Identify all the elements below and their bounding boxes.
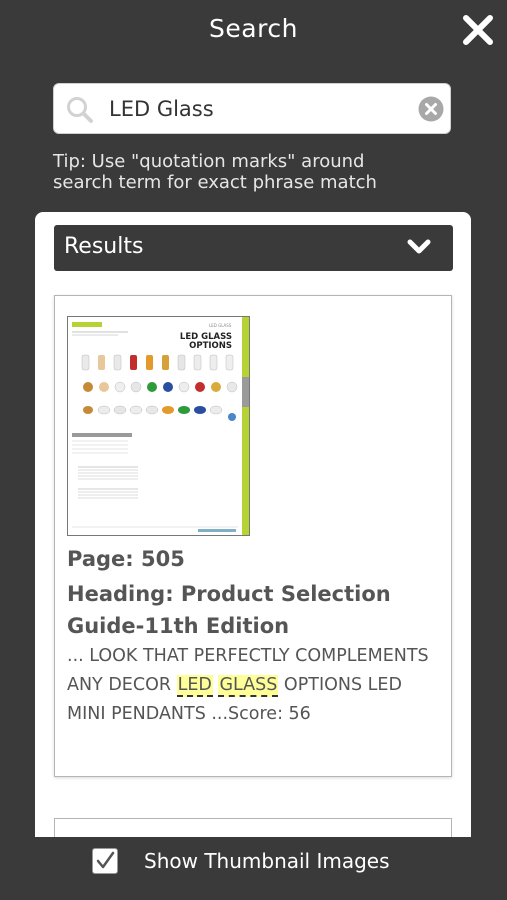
highlight-term: LED [176, 675, 213, 697]
close-button[interactable] [460, 12, 496, 48]
thumbnail-title-line-2: OPTIONS [189, 341, 232, 351]
page-thumbnail[interactable]: LED GLASS LED GLASS OPTIONS [67, 316, 250, 536]
chevron-down-icon [407, 239, 431, 254]
search-tip-line-2: search term for exact phrase match [53, 172, 377, 193]
results-panel: Results LED GLASS LED GLASS OPTIONS Page… [35, 212, 471, 837]
result-card[interactable]: LED GLASS LED GLASS OPTIONS Page: 505 He… [54, 295, 452, 777]
close-icon [463, 15, 493, 45]
results-header[interactable]: Results [54, 225, 453, 271]
thumbnail-image: LED GLASS LED GLASS OPTIONS [68, 317, 249, 535]
highlight-term: GLASS [218, 675, 279, 697]
checkmark-icon [96, 851, 115, 869]
page-title: Search [209, 14, 298, 43]
search-icon [67, 97, 93, 123]
search-box [53, 83, 451, 134]
clear-search-icon[interactable] [418, 96, 444, 122]
results-label: Results [64, 234, 144, 259]
result-heading: Heading: Product Selection Guide-11th Ed… [67, 582, 391, 638]
show-thumbnails-label[interactable]: Show Thumbnail Images [144, 849, 390, 873]
search-tip: Tip: Use "quotation marks" around search… [53, 151, 493, 193]
search-tip-line-1: Tip: Use "quotation marks" around [53, 151, 365, 172]
result-card[interactable] [54, 818, 452, 837]
result-page-number: Page: 505 [67, 547, 185, 571]
show-thumbnails-checkbox[interactable] [92, 848, 118, 874]
search-input[interactable] [109, 92, 409, 126]
svg-text:LED GLASS: LED GLASS [209, 323, 232, 328]
show-thumbnails-option: Show Thumbnail Images [92, 844, 390, 878]
result-snippet: ... LOOK THAT PERFECTLY COMPLEMENTS ANY … [67, 642, 437, 729]
